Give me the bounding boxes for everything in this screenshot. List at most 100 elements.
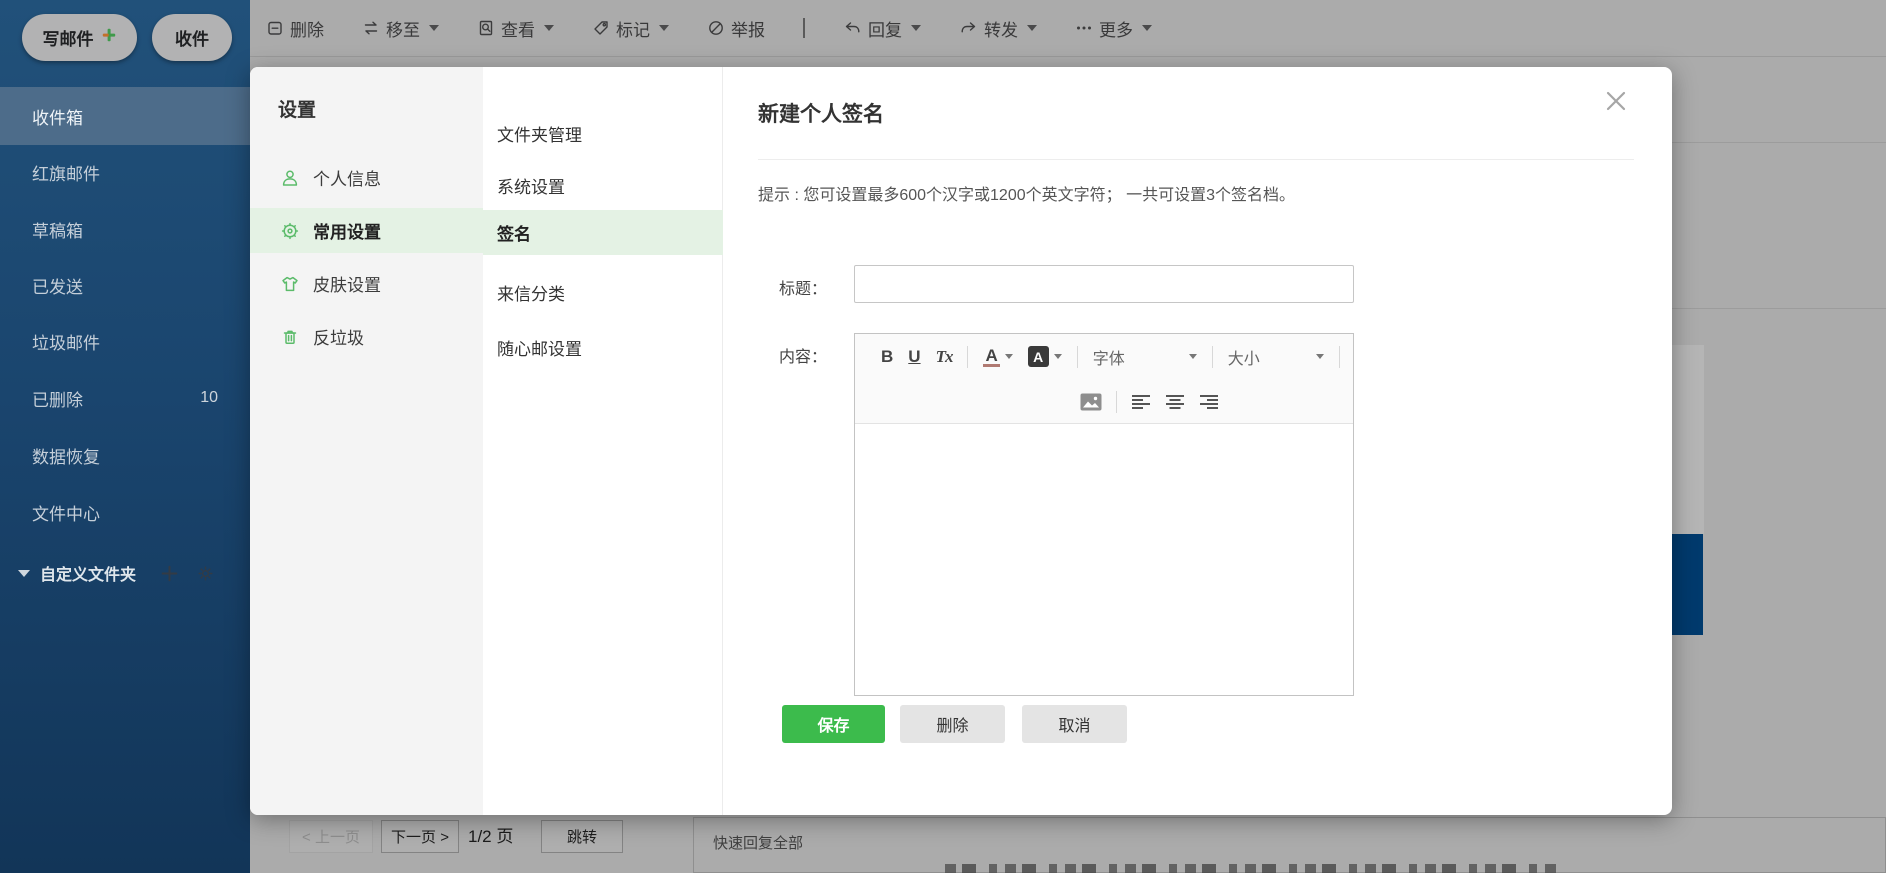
toolbar-report-button[interactable]: 举报 xyxy=(707,16,765,41)
editor-divider xyxy=(1338,345,1340,368)
sidebar-item-sent[interactable]: 已发送 xyxy=(0,263,250,307)
toolbar-delete-button[interactable]: 删除 xyxy=(266,16,324,41)
toolbar-label: 标记 xyxy=(616,20,650,40)
settings-menu-personal-info[interactable]: 个人信息 xyxy=(250,155,483,200)
deleted-count-badge: 10 xyxy=(200,389,218,406)
chevron-down-icon xyxy=(429,25,439,31)
prev-page-label: < 上一页 xyxy=(302,829,360,846)
compose-button[interactable]: 写邮件 xyxy=(22,14,137,61)
sidebar-custom-folders[interactable]: 自定义文件夹 xyxy=(0,551,250,595)
sidebar-item-junk[interactable]: 垃圾邮件 xyxy=(0,319,250,363)
chevron-down-icon xyxy=(659,25,669,31)
align-left-button[interactable] xyxy=(1131,394,1151,410)
toolbar-move-to-button[interactable]: 移至 xyxy=(362,16,439,41)
toolbar-label: 删除 xyxy=(290,20,324,40)
sidebar-item-file-center[interactable]: 文件中心 xyxy=(0,490,250,534)
align-center-button[interactable] xyxy=(1165,394,1185,410)
title-divider xyxy=(758,159,1634,160)
settings-menu-label: 个人信息 xyxy=(313,170,381,189)
align-right-button[interactable] xyxy=(1199,394,1219,410)
font-size-dropdown[interactable]: 大小 xyxy=(1228,345,1324,369)
signature-editor-panel: 新建个人签名 提示 : 您可设置最多600个汉字或1200个英文字符； 一共可设… xyxy=(723,67,1672,815)
close-icon[interactable] xyxy=(1602,87,1630,115)
add-folder-icon[interactable] xyxy=(160,564,179,583)
next-page-button[interactable]: 下一页 > xyxy=(381,820,459,853)
chevron-down-icon xyxy=(544,25,554,31)
tag-icon xyxy=(594,21,608,35)
toolbar-view-button[interactable]: 查看 xyxy=(477,16,554,41)
user-icon xyxy=(282,169,298,186)
editor-toolbar: B U Tx A A 字体 大小 xyxy=(855,334,1353,424)
chevron-down-icon xyxy=(1004,354,1013,359)
trash-icon xyxy=(283,330,297,344)
sidebar-item-inbox[interactable]: 收件箱 xyxy=(0,87,250,145)
clipped-footer-text xyxy=(945,864,1557,873)
compose-label: 写邮件 xyxy=(42,30,94,49)
content-field-label: 内容： xyxy=(779,349,828,366)
chevron-down-icon xyxy=(1027,25,1037,31)
toolbar-label: 更多 xyxy=(1099,20,1133,40)
underline-button[interactable]: U xyxy=(908,347,920,367)
clear-format-button[interactable]: Tx xyxy=(936,347,954,367)
jump-page-button[interactable]: 跳转 xyxy=(541,820,623,853)
background-color-button[interactable]: A xyxy=(1027,346,1062,367)
delete-button[interactable]: 删除 xyxy=(900,705,1005,743)
settings-menu-skin[interactable]: 皮肤设置 xyxy=(250,261,483,306)
folder-settings-gear-icon[interactable] xyxy=(196,564,215,583)
forward-icon xyxy=(961,22,976,33)
compose-plus-icon xyxy=(101,27,117,48)
submenu-signature[interactable]: 签名 xyxy=(483,210,723,255)
toolbar-mark-button[interactable]: 标记 xyxy=(592,16,669,41)
background-side-tab xyxy=(1672,345,1704,534)
toolbar-label: 移至 xyxy=(386,20,420,40)
toolbar-reply-button[interactable]: 回复 xyxy=(843,16,921,41)
settings-menu-label: 皮肤设置 xyxy=(313,276,381,295)
settings-menu-label: 反垃圾 xyxy=(313,329,364,348)
submenu-suixin-mail[interactable]: 随心邮设置 xyxy=(483,325,723,370)
sidebar-item-deleted[interactable]: 已删除 10 xyxy=(0,376,250,420)
toolbar-more-button[interactable]: 更多 xyxy=(1075,16,1152,41)
background-pane-divider xyxy=(1672,142,1886,143)
prev-page-button[interactable]: < 上一页 xyxy=(289,820,373,853)
insert-image-button[interactable] xyxy=(1080,393,1102,411)
page-indicator: 1/2 页 xyxy=(468,827,514,846)
toolbar-label: 查看 xyxy=(501,20,535,40)
align-right-icon xyxy=(1200,394,1218,409)
custom-folders-label: 自定义文件夹 xyxy=(40,567,137,584)
folder-label: 收件箱 xyxy=(32,108,83,128)
title-field-label: 标题： xyxy=(779,281,828,298)
sidebar-item-flagged[interactable]: 红旗邮件 xyxy=(0,150,250,194)
submenu-incoming-classification[interactable]: 来信分类 xyxy=(483,270,723,315)
signature-title-input[interactable] xyxy=(854,265,1354,303)
submenu-folder-management[interactable]: 文件夹管理 xyxy=(483,111,723,156)
chevron-down-icon xyxy=(911,25,921,31)
font-family-dropdown[interactable]: 字体 xyxy=(1093,345,1197,369)
receive-button[interactable]: 收件 xyxy=(152,14,232,61)
save-button[interactable]: 保存 xyxy=(782,705,885,743)
toolbar-forward-button[interactable]: 转发 xyxy=(959,16,1037,41)
folder-label: 红旗邮件 xyxy=(32,164,100,184)
submenu-label: 来信分类 xyxy=(497,285,565,304)
align-left-icon xyxy=(1132,394,1150,409)
signature-content-area[interactable] xyxy=(855,424,1353,695)
chevron-down-icon xyxy=(1142,25,1152,31)
sidebar-item-data-recovery[interactable]: 数据恢复 xyxy=(0,433,250,477)
align-center-icon xyxy=(1166,394,1184,409)
submenu-system-settings[interactable]: 系统设置 xyxy=(483,163,723,208)
page-title: 新建个人签名 xyxy=(758,103,884,126)
folder-label: 垃圾邮件 xyxy=(32,333,100,353)
collapse-arrow-icon[interactable] xyxy=(18,569,30,577)
bold-button[interactable]: B xyxy=(881,347,893,367)
settings-menu-antispam[interactable]: 反垃圾 xyxy=(250,314,483,359)
submenu-label: 文件夹管理 xyxy=(497,126,582,145)
toolbar-label: 转发 xyxy=(984,20,1018,40)
editor-divider xyxy=(1076,345,1078,368)
shirt-icon xyxy=(282,276,298,291)
cancel-button[interactable]: 取消 xyxy=(1022,705,1127,743)
font-color-button[interactable]: A xyxy=(983,347,1013,367)
reply-icon xyxy=(845,22,860,33)
chevron-down-icon xyxy=(1053,354,1062,359)
settings-menu-general[interactable]: 常用设置 xyxy=(250,208,483,253)
settings-submenu-panel: 文件夹管理 系统设置 签名 来信分类 随心邮设置 xyxy=(483,67,723,815)
sidebar-item-drafts[interactable]: 草稿箱 xyxy=(0,207,250,251)
